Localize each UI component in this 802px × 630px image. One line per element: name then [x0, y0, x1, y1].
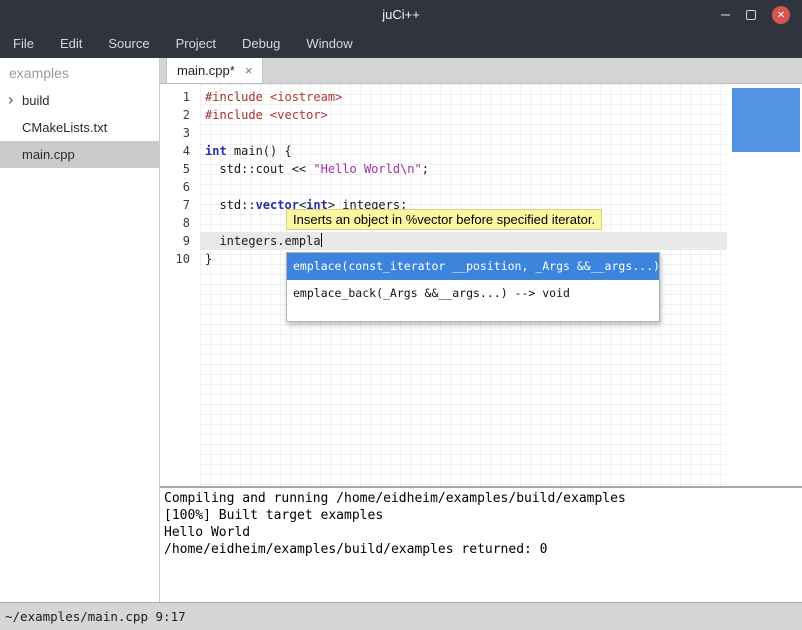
sidebar-item-cmakelists-txt[interactable]: CMakeLists.txt	[0, 114, 159, 141]
status-file-position: ~/examples/main.cpp 9:17	[5, 609, 186, 624]
code-segment: std::	[205, 198, 256, 212]
code-segment: main() {	[227, 144, 292, 158]
code-lines: 1#include <iostream>2#include <vector>34…	[160, 88, 802, 268]
tabbar: main.cpp* ×	[160, 58, 802, 84]
close-icon: ✕	[777, 10, 785, 21]
code-text	[190, 178, 205, 196]
line-number: 1	[160, 88, 190, 106]
code-segment: ;	[422, 162, 429, 176]
minimize-button[interactable]: –	[721, 10, 730, 20]
tab-main-cpp-[interactable]: main.cpp* ×	[166, 58, 263, 83]
menu-item-project[interactable]: Project	[163, 30, 229, 58]
tab-label: main.cpp*	[177, 63, 235, 78]
code-text: }	[190, 250, 212, 268]
line-number: 5	[160, 160, 190, 178]
titlebar[interactable]: juCi++ – ✕	[0, 0, 802, 30]
code-text: std::cout << "Hello World\n";	[190, 160, 429, 178]
line-number: 4	[160, 142, 190, 160]
completion-item[interactable]: emplace_back(_Args &&__args...) --> void	[287, 280, 659, 307]
line-number: 9	[160, 232, 190, 250]
menu-item-debug[interactable]: Debug	[229, 30, 293, 58]
window-title: juCi++	[0, 0, 802, 30]
code-segment: #include	[205, 108, 263, 122]
code-segment: std::cout <<	[205, 162, 313, 176]
chevron-right-icon: ›	[8, 91, 13, 109]
window-controls: – ✕	[721, 0, 790, 30]
maximize-button[interactable]	[746, 10, 756, 20]
text-caret	[321, 233, 322, 247]
code-segment: }	[205, 252, 212, 266]
jucipp-window: juCi++ – ✕ FileEditSourceProjectDebugWin…	[0, 0, 802, 630]
code-line: 1#include <iostream>	[160, 88, 802, 106]
code-segment: "Hello World\n"	[313, 162, 421, 176]
code-segment	[263, 108, 270, 122]
line-number: 10	[160, 250, 190, 268]
code-editor[interactable]: 1#include <iostream>2#include <vector>34…	[160, 84, 802, 486]
sidebar-item-build[interactable]: › build	[0, 87, 159, 114]
code-text	[190, 214, 205, 232]
sidebar-item-label: CMakeLists.txt	[22, 120, 107, 135]
close-button[interactable]: ✕	[772, 6, 790, 24]
code-line: 5 std::cout << "Hello World\n";	[160, 160, 802, 178]
main-panel: main.cpp*× 1#include <iostream>2#include…	[160, 58, 802, 602]
menu-item-window[interactable]: Window	[293, 30, 365, 58]
completion-doc-tooltip: Inserts an object in %vector before spec…	[286, 209, 602, 230]
code-segment: #include	[205, 90, 263, 104]
code-line: 3	[160, 124, 802, 142]
file-tree: › build CMakeLists.txt main.cpp	[0, 87, 159, 168]
completion-popup: emplace(const_iterator __position, _Args…	[286, 252, 660, 322]
scrollbar-thumb[interactable]	[732, 88, 800, 152]
terminal-line: Hello World	[164, 524, 802, 541]
line-number: 3	[160, 124, 190, 142]
code-text: int main() {	[190, 142, 292, 160]
code-text: integers.empla	[190, 232, 322, 250]
sidebar-item-label: build	[22, 93, 49, 108]
code-segment: <vector>	[270, 108, 328, 122]
project-folder-label: examples	[0, 58, 159, 87]
code-text: #include <vector>	[190, 106, 328, 124]
terminal-line: [100%] Built target examples	[164, 507, 802, 524]
tab-close-icon[interactable]: ×	[245, 63, 253, 78]
line-number: 2	[160, 106, 190, 124]
line-number: 7	[160, 196, 190, 214]
completion-item[interactable]: emplace(const_iterator __position, _Args…	[287, 253, 659, 280]
code-line: 4int main() {	[160, 142, 802, 160]
code-line: 9 integers.empla	[160, 232, 802, 250]
line-number: 8	[160, 214, 190, 232]
code-segment	[263, 90, 270, 104]
terminal-line: Compiling and running /home/eidheim/exam…	[164, 490, 802, 507]
line-number: 6	[160, 178, 190, 196]
code-text: #include <iostream>	[190, 88, 342, 106]
code-line: 6	[160, 178, 802, 196]
terminal-line: /home/eidheim/examples/build/examples re…	[164, 541, 802, 558]
menubar: FileEditSourceProjectDebugWindow	[0, 30, 802, 58]
code-segment: integers.empla	[205, 234, 321, 248]
statusbar: ~/examples/main.cpp 9:17	[0, 602, 802, 630]
menu-item-source[interactable]: Source	[95, 30, 162, 58]
code-segment: <iostream>	[270, 90, 342, 104]
menu-item-edit[interactable]: Edit	[47, 30, 95, 58]
build-output-terminal[interactable]: Compiling and running /home/eidheim/exam…	[160, 488, 802, 602]
sidebar-item-main-cpp[interactable]: main.cpp	[0, 141, 159, 168]
menu-item-file[interactable]: File	[0, 30, 47, 58]
sidebar-item-label: main.cpp	[22, 147, 75, 162]
code-segment: int	[205, 144, 227, 158]
code-line: 2#include <vector>	[160, 106, 802, 124]
file-tree-sidebar[interactable]: examples › build CMakeLists.txt main.cpp	[0, 58, 160, 602]
code-text	[190, 124, 205, 142]
